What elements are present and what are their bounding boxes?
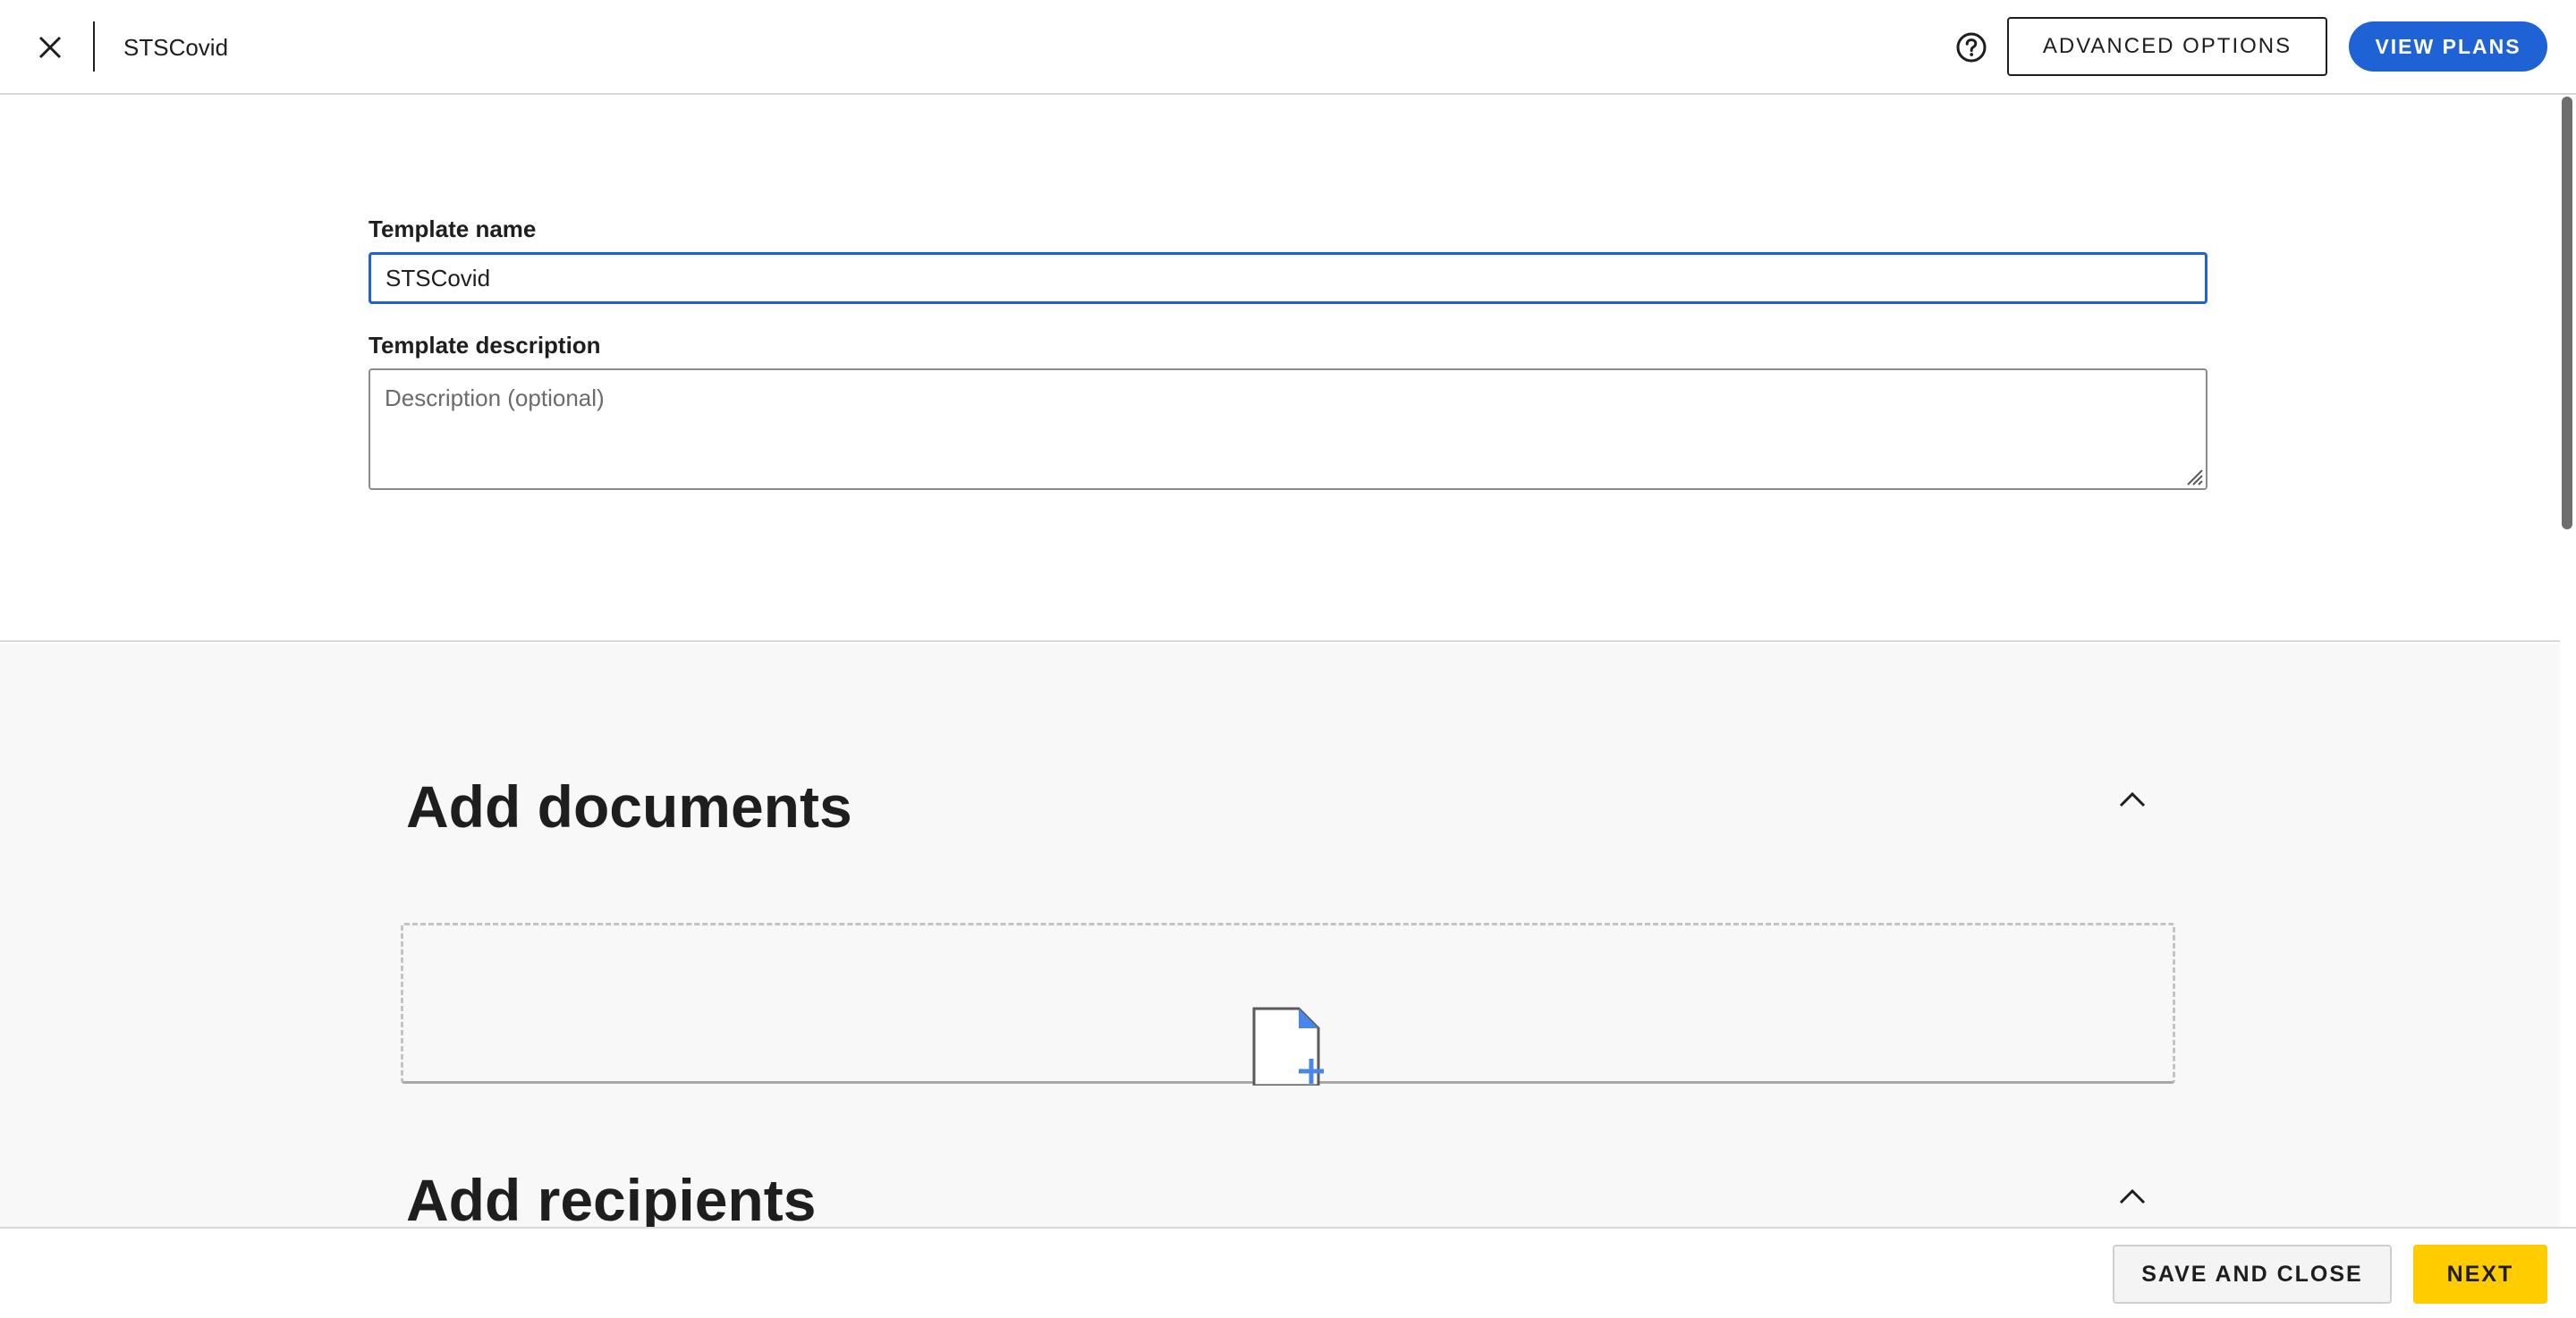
page-title: STSCovid	[123, 34, 229, 61]
resize-grip-icon[interactable]	[2182, 465, 2204, 486]
template-description-label: Template description	[369, 332, 601, 359]
help-circle-icon	[1956, 32, 1987, 63]
footer-bar: SAVE AND CLOSE NEXT	[0, 1227, 2576, 1318]
add-documents-collapse-button[interactable]	[2114, 782, 2150, 817]
template-details-section: Template name Template description	[0, 97, 2560, 642]
view-plans-button[interactable]: VIEW PLANS	[2349, 21, 2547, 72]
scrollbar-thumb[interactable]	[2562, 97, 2572, 529]
top-bar: STSCovid ADVANCED OPTIONS VIEW PLANS	[0, 0, 2576, 95]
document-add-icon	[1252, 1007, 1324, 1086]
chevron-up-icon	[2119, 1188, 2146, 1204]
close-button[interactable]	[30, 28, 70, 67]
chevron-up-icon	[2119, 791, 2146, 807]
advanced-options-button[interactable]: ADVANCED OPTIONS	[2007, 17, 2327, 76]
template-name-label: Template name	[369, 215, 537, 242]
envelope-setup-section: Add documents Add recipients	[0, 644, 2560, 1227]
template-description-input[interactable]	[369, 368, 2207, 490]
help-button[interactable]	[1953, 30, 1989, 65]
save-and-close-button[interactable]: SAVE AND CLOSE	[2113, 1245, 2392, 1304]
next-button[interactable]: NEXT	[2413, 1245, 2547, 1304]
add-recipients-collapse-button[interactable]	[2114, 1179, 2150, 1214]
template-name-input[interactable]	[369, 252, 2207, 304]
close-icon	[38, 36, 62, 59]
add-documents-heading: Add documents	[406, 773, 852, 840]
header-divider	[93, 21, 95, 72]
add-recipients-heading: Add recipients	[406, 1167, 817, 1227]
